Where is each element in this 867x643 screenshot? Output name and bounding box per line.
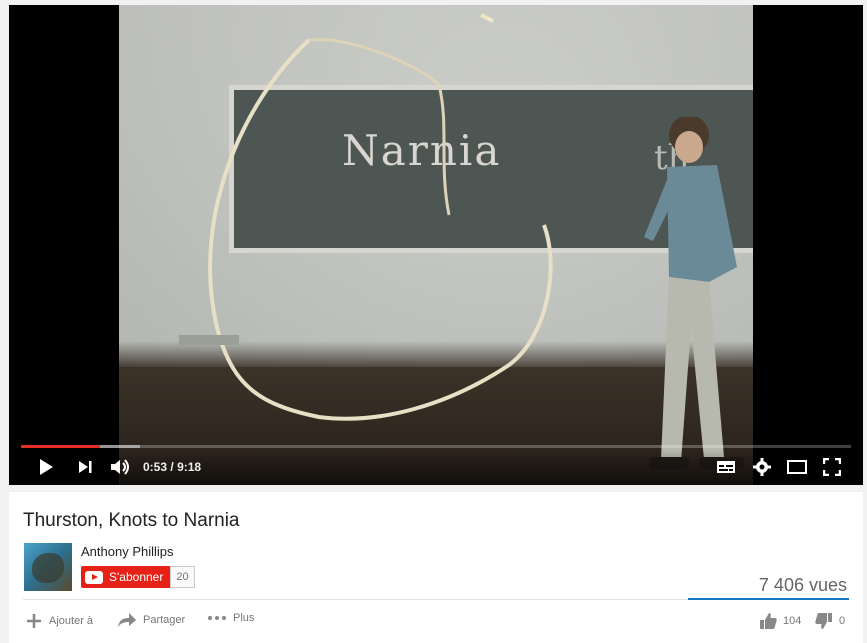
lecturer-figure [644, 117, 744, 469]
next-icon [79, 461, 92, 473]
subscriber-count: 20 [170, 566, 195, 588]
channel-avatar[interactable] [24, 543, 72, 591]
share-button[interactable]: Partager [117, 612, 185, 628]
like-ratio-bar [688, 598, 849, 600]
progress-bar[interactable] [21, 445, 851, 448]
time-current: 0:53 [143, 460, 168, 474]
like-button[interactable]: 104 [759, 612, 801, 630]
video-frame[interactable]: Narnia th [119, 5, 753, 485]
channel-name[interactable]: Anthony Phillips [81, 544, 174, 559]
time-display: 0:53 / 9:18 [143, 460, 201, 474]
thumbs-up-icon [760, 613, 777, 629]
like-count: 104 [783, 615, 802, 627]
subscribe-label: S'abonner [109, 570, 164, 584]
settings-button[interactable] [751, 454, 773, 480]
play-icon [40, 459, 53, 475]
player-controls: 0:53 / 9:18 [9, 450, 863, 485]
next-button[interactable] [75, 454, 95, 480]
video-info-card: Thurston, Knots to Narnia Anthony Philli… [9, 492, 863, 643]
dislike-button[interactable]: 0 [815, 612, 845, 630]
video-player[interactable]: Narnia th 0:53 / 9:18 [9, 5, 863, 485]
settings-icon [753, 458, 771, 476]
more-button[interactable]: Plus [207, 612, 254, 624]
view-count: 7 406 vues [758, 575, 847, 595]
thumbs-down-icon [815, 613, 832, 629]
share-label: Partager [143, 614, 186, 626]
volume-icon [111, 459, 129, 475]
theater-mode-button[interactable] [785, 454, 809, 480]
theater-icon [787, 460, 807, 474]
add-to-label: Ajouter à [49, 615, 94, 627]
add-to-button[interactable]: Ajouter à [25, 612, 93, 630]
volume-button[interactable] [109, 454, 133, 480]
video-title: Thurston, Knots to Narnia [23, 510, 240, 531]
subtitles-icon [717, 461, 735, 473]
subscribe-button[interactable]: S'abonner [81, 566, 172, 588]
fullscreen-button[interactable] [821, 454, 843, 480]
play-button[interactable] [35, 454, 57, 480]
plus-icon [27, 614, 41, 628]
progress-played [21, 445, 100, 448]
time-separator: / [170, 460, 174, 474]
fullscreen-icon [823, 458, 841, 476]
subtitles-button[interactable] [715, 454, 737, 480]
time-total: 9:18 [177, 460, 202, 474]
share-icon [118, 613, 136, 627]
dislike-count: 0 [839, 615, 846, 627]
youtube-logo-icon [85, 570, 103, 584]
more-label: Plus [233, 612, 255, 624]
more-icon [208, 616, 226, 620]
